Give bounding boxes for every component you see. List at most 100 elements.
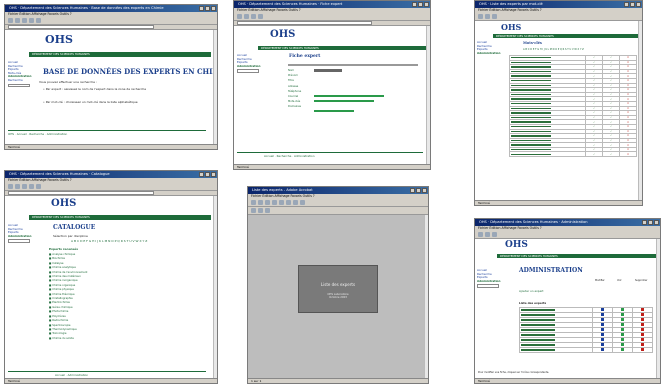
page-content: OHS DÉPARTEMENT DES SCIENCES HUMAINES Ac… [475, 239, 657, 378]
footer-links[interactable]: Accueil · Recherche · Administration [264, 154, 314, 158]
select-tool-icon[interactable] [258, 208, 263, 213]
footer-links[interactable]: OHS · Accueil · Recherche · Administrati… [8, 132, 67, 136]
value-bar [314, 110, 354, 112]
forward-icon[interactable] [244, 14, 249, 19]
page-title: Fiche expert [288, 54, 322, 59]
prev-page-icon[interactable] [293, 200, 298, 205]
home-icon[interactable] [36, 184, 41, 189]
back-icon[interactable] [8, 184, 13, 189]
forward-icon[interactable] [485, 232, 490, 237]
search-input[interactable] [237, 69, 259, 73]
status-bar: Terminé [5, 144, 217, 149]
intro-text: Vous pouvez effectuer une recherche : [39, 80, 97, 84]
stop-icon[interactable] [22, 18, 27, 23]
close-icon[interactable] [636, 2, 641, 7]
close-icon[interactable] [654, 220, 659, 225]
divider [237, 152, 423, 153]
close-icon[interactable] [422, 188, 427, 193]
status-bar: 1 sur 1 [248, 378, 428, 383]
side-link[interactable]: Administration [477, 279, 500, 284]
page-content: OHS DÉPARTEMENT DES SCIENCES HUMAINES Ac… [475, 21, 639, 200]
search-input[interactable] [8, 83, 30, 88]
maximize-icon[interactable] [630, 2, 635, 7]
side-link[interactable]: Administration [237, 64, 260, 69]
back-icon[interactable] [478, 232, 483, 237]
list-item[interactable]: ■ Chimie du solide [49, 337, 199, 341]
footer-links[interactable]: Accueil · Administration [55, 373, 88, 377]
scrollbar[interactable] [426, 26, 430, 164]
minimize-icon[interactable] [642, 220, 647, 225]
print-icon[interactable] [258, 200, 263, 205]
close-icon[interactable] [424, 2, 429, 7]
back-icon[interactable] [8, 18, 13, 23]
zoom-out-icon[interactable] [279, 200, 284, 205]
minimize-icon[interactable] [199, 172, 204, 177]
refresh-icon[interactable] [251, 14, 256, 19]
home-icon[interactable] [492, 14, 497, 19]
expert-fields: Nom Prénom Titre Adresse Téléphone Courr… [288, 69, 302, 109]
back-icon[interactable] [237, 14, 242, 19]
search-input[interactable] [477, 284, 499, 288]
stop-icon[interactable] [22, 184, 27, 189]
status-bar: Terminé [475, 378, 660, 383]
browser-window-catalog: OHS · Département des Sciences Humaines … [4, 170, 218, 384]
first-page-icon[interactable] [286, 200, 291, 205]
home-icon[interactable] [258, 14, 263, 19]
logo: OHS [45, 33, 73, 46]
minimize-icon[interactable] [412, 2, 417, 7]
home-icon[interactable] [36, 18, 41, 23]
save-icon[interactable] [265, 200, 270, 205]
forward-icon[interactable] [15, 18, 20, 23]
side-link[interactable]: Administration [477, 51, 500, 56]
scrollbar[interactable] [638, 21, 642, 200]
open-icon[interactable] [251, 200, 256, 205]
hand-tool-icon[interactable] [251, 208, 256, 213]
next-page-icon[interactable] [300, 200, 305, 205]
scrollbar[interactable] [213, 196, 217, 378]
side-link[interactable]: Administration [8, 234, 31, 239]
table-row[interactable] [518, 347, 653, 353]
scrollbar[interactable] [213, 30, 217, 144]
toolbar [248, 199, 428, 207]
alphabet-links[interactable]: A B C D E F G H I J K L M N O P Q R S T … [523, 48, 584, 51]
search-input[interactable] [8, 239, 30, 243]
divider [288, 64, 418, 66]
page-content: OHS DÉPARTEMENT DES SCIENCES HUMAINES Ac… [5, 30, 217, 144]
list-label: Liste des experts [519, 301, 547, 305]
bullet-item: • Par expert : saisissez le nom de l'exp… [43, 87, 147, 91]
forward-icon[interactable] [15, 184, 20, 189]
close-icon[interactable] [211, 172, 216, 177]
minimize-icon[interactable] [199, 6, 204, 11]
forward-icon[interactable] [485, 14, 490, 19]
table-row[interactable]: ✓ ✓ ✕ [508, 151, 637, 158]
add-expert-link[interactable]: Ajouter un expert [519, 289, 544, 293]
maximize-icon[interactable] [648, 220, 653, 225]
search-label: Recherche [8, 77, 23, 82]
maximize-icon[interactable] [418, 2, 423, 7]
col-header: Supprimer [635, 279, 648, 282]
close-icon[interactable] [211, 6, 216, 11]
scrollbar[interactable] [424, 215, 428, 378]
browser-window-admin: OHS · Département des Sciences Humaines … [474, 218, 661, 384]
browser-window-expert: OHS · Département des Sciences Humaines … [233, 0, 431, 170]
refresh-icon[interactable] [29, 18, 34, 23]
admin-table [518, 307, 653, 353]
page-title: CATALOGUE [53, 224, 96, 231]
pdf-page-title: Liste des experts [320, 282, 356, 287]
text-tool-icon[interactable] [265, 208, 270, 213]
zoom-in-icon[interactable] [272, 200, 277, 205]
logo: OHS [51, 198, 77, 209]
sidebar: Accueil Recherche Experts Administration [477, 40, 500, 56]
maximize-icon[interactable] [416, 188, 421, 193]
back-icon[interactable] [478, 14, 483, 19]
alphabet-links[interactable]: A B C D E F G H I J K L M N O P Q R S T … [71, 239, 147, 243]
home-icon[interactable] [492, 232, 497, 237]
minimize-icon[interactable] [410, 188, 415, 193]
maximize-icon[interactable] [205, 6, 210, 11]
minimize-icon[interactable] [624, 2, 629, 7]
refresh-icon[interactable] [29, 184, 34, 189]
maximize-icon[interactable] [205, 172, 210, 177]
scrollbar[interactable] [656, 239, 660, 378]
sidebar: Accueil Recherche Experts Mots-clés Admi… [8, 60, 31, 88]
sidebar: Accueil Recherche Experts Administration [477, 268, 500, 288]
